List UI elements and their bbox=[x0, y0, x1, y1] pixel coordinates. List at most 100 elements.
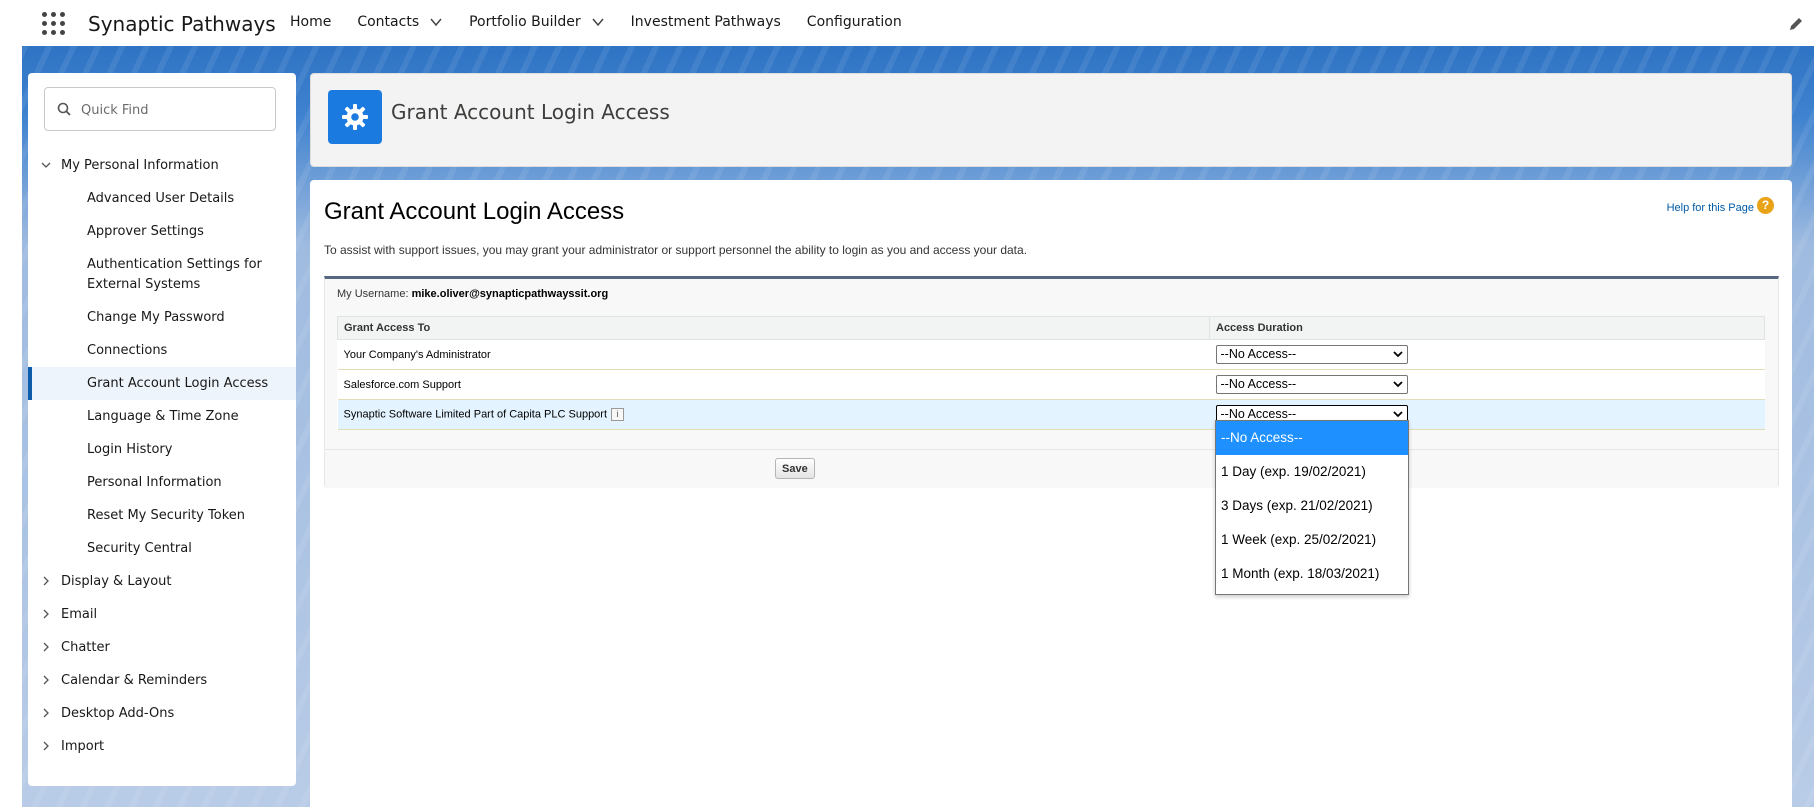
sidebar-item-security-central[interactable]: Security Central bbox=[28, 532, 296, 565]
username-value: mike.oliver@synapticpathwayssit.org bbox=[411, 288, 609, 300]
sidebar-item-label: Language & Time Zone bbox=[87, 409, 239, 424]
grantee-cell: Salesforce.com Support bbox=[337, 369, 1210, 400]
access-duration-select[interactable]: --No Access-- bbox=[1215, 375, 1408, 394]
global-nav: Synaptic Pathways Home Contacts Portfoli… bbox=[0, 0, 1814, 46]
sidebar-item-authentication-settings[interactable]: Authentication Settings for External Sys… bbox=[28, 248, 296, 301]
sidebar-item-language-time-zone[interactable]: Language & Time Zone bbox=[28, 400, 296, 433]
sidebar-item-login-history[interactable]: Login History bbox=[28, 433, 296, 466]
access-duration-dropdown-list: --No Access-- 1 Day (exp. 19/02/2021) 3 … bbox=[1215, 420, 1409, 595]
sidebar-item-reset-security-token[interactable]: Reset My Security Token bbox=[28, 499, 296, 532]
sidebar-item-label: Grant Account Login Access bbox=[87, 376, 269, 391]
tree-group-label: Desktop Add-Ons bbox=[61, 706, 175, 721]
sidebar-item-change-my-password[interactable]: Change My Password bbox=[28, 301, 296, 334]
grant-access-form: My Username: mike.oliver@synapticpathway… bbox=[324, 276, 1779, 488]
quick-find-input[interactable] bbox=[79, 98, 273, 122]
sidebar-item-label: Authentication Settings for External Sys… bbox=[87, 256, 262, 292]
nav-item-label: Contacts bbox=[357, 14, 420, 30]
sidebar-item-label: Personal Information bbox=[87, 475, 222, 490]
chevron-right-icon[interactable] bbox=[40, 740, 52, 752]
sidebar-item-label: Approver Settings bbox=[87, 224, 204, 239]
dropdown-option[interactable]: 1 Week (exp. 25/02/2021) bbox=[1216, 523, 1408, 557]
page-header: Grant Account Login Access bbox=[310, 73, 1792, 167]
tree-group-label: Chatter bbox=[61, 640, 110, 655]
setup-tree: My Personal Information Advanced User De… bbox=[28, 149, 296, 763]
grant-access-table: Grant Access To Access Duration Your Com… bbox=[337, 316, 1765, 430]
tree-group-import[interactable]: Import bbox=[28, 730, 296, 763]
chevron-down-icon[interactable] bbox=[40, 159, 52, 171]
setup-gear-icon bbox=[328, 90, 382, 144]
username-label: My Username: bbox=[337, 288, 409, 300]
table-header-row: Grant Access To Access Duration bbox=[337, 316, 1765, 340]
chevron-down-icon bbox=[1392, 381, 1403, 388]
button-bar: Save bbox=[325, 449, 1778, 488]
main-content: Grant Account Login Access Help for this… bbox=[310, 180, 1792, 811]
grantee-cell: Synaptic Software Limited Part of Capita… bbox=[337, 399, 1210, 430]
quick-find-box bbox=[44, 87, 276, 131]
table-row: Your Company's Administrator --No Access… bbox=[337, 339, 1765, 370]
tree-group-email[interactable]: Email bbox=[28, 598, 296, 631]
bottom-edge bbox=[0, 807, 1814, 811]
column-header: Grant Access To bbox=[337, 316, 1210, 340]
grantee-cell: Your Company's Administrator bbox=[337, 339, 1210, 370]
tree-group-label: My Personal Information bbox=[61, 158, 219, 173]
nav-item-label: Home bbox=[290, 14, 332, 30]
sidebar-item-advanced-user-details[interactable]: Advanced User Details bbox=[28, 182, 296, 215]
search-icon bbox=[57, 102, 71, 116]
select-value: --No Access-- bbox=[1220, 407, 1297, 421]
dropdown-option[interactable]: 1 Month (exp. 18/03/2021) bbox=[1216, 557, 1408, 591]
info-icon[interactable]: i bbox=[611, 408, 625, 421]
sidebar-item-connections[interactable]: Connections bbox=[28, 334, 296, 367]
duration-cell: --No Access-- bbox=[1209, 339, 1765, 370]
app-name: Synaptic Pathways bbox=[88, 12, 276, 36]
sidebar-item-label: Advanced User Details bbox=[87, 191, 235, 206]
table-row: Salesforce.com Support --No Access-- bbox=[337, 369, 1765, 400]
chevron-right-icon[interactable] bbox=[40, 575, 52, 587]
tree-group-display-layout[interactable]: Display & Layout bbox=[28, 565, 296, 598]
chevron-right-icon[interactable] bbox=[40, 641, 52, 653]
sidebar-item-personal-information[interactable]: Personal Information bbox=[28, 466, 296, 499]
sidebar-item-label: Change My Password bbox=[87, 310, 225, 325]
page-title: Grant Account Login Access bbox=[324, 198, 625, 225]
chevron-down-icon[interactable] bbox=[591, 15, 605, 29]
chevron-right-icon[interactable] bbox=[40, 674, 52, 686]
save-button[interactable]: Save bbox=[775, 458, 815, 479]
app-launcher-icon[interactable] bbox=[42, 12, 66, 36]
username-line: My Username: mike.oliver@synapticpathway… bbox=[337, 288, 608, 300]
sidebar-item-label: Login History bbox=[87, 442, 173, 457]
grantee-label: Synaptic Software Limited Part of Capita… bbox=[343, 408, 608, 421]
tree-group-label: Import bbox=[61, 739, 105, 754]
nav-item-investment-pathways[interactable]: Investment Pathways bbox=[631, 14, 781, 30]
select-value: --No Access-- bbox=[1220, 347, 1297, 361]
nav-item-configuration[interactable]: Configuration bbox=[807, 14, 902, 30]
tree-group-label: Email bbox=[61, 607, 98, 622]
tree-group-calendar-reminders[interactable]: Calendar & Reminders bbox=[28, 664, 296, 697]
tree-group-my-personal-information[interactable]: My Personal Information bbox=[28, 149, 296, 182]
chevron-right-icon[interactable] bbox=[40, 707, 52, 719]
nav-item-contacts[interactable]: Contacts bbox=[357, 14, 443, 30]
help-icon[interactable]: ? bbox=[1757, 197, 1774, 214]
dropdown-option[interactable]: 1 Day (exp. 19/02/2021) bbox=[1216, 455, 1408, 489]
sidebar-item-grant-account-login-access[interactable]: Grant Account Login Access bbox=[28, 367, 296, 400]
gear-icon bbox=[342, 104, 368, 130]
sidebar-item-label: Reset My Security Token bbox=[87, 508, 245, 523]
chevron-down-icon[interactable] bbox=[429, 15, 443, 29]
nav-item-home[interactable]: Home bbox=[290, 14, 331, 30]
select-value: --No Access-- bbox=[1220, 377, 1297, 391]
tree-group-chatter[interactable]: Chatter bbox=[28, 631, 296, 664]
tree-group-label: Calendar & Reminders bbox=[61, 673, 208, 688]
nav-item-portfolio-builder[interactable]: Portfolio Builder bbox=[469, 14, 605, 30]
page-description: To assist with support issues, you may g… bbox=[324, 243, 1028, 257]
table-row: Synaptic Software Limited Part of Capita… bbox=[337, 399, 1765, 430]
sidebar-item-approver-settings[interactable]: Approver Settings bbox=[28, 215, 296, 248]
edit-nav-pencil-icon[interactable] bbox=[1788, 16, 1804, 32]
dropdown-option[interactable]: 3 Days (exp. 21/02/2021) bbox=[1216, 489, 1408, 523]
chevron-down-icon bbox=[1392, 411, 1403, 418]
dropdown-option[interactable]: --No Access-- bbox=[1216, 421, 1408, 455]
tree-group-desktop-add-ons[interactable]: Desktop Add-Ons bbox=[28, 697, 296, 730]
page-header-title: Grant Account Login Access bbox=[391, 100, 670, 124]
chevron-right-icon[interactable] bbox=[40, 608, 52, 620]
help-for-this-page-link[interactable]: Help for this Page bbox=[1667, 202, 1754, 214]
access-duration-select[interactable]: --No Access-- bbox=[1215, 345, 1408, 364]
sidebar-item-label: Security Central bbox=[87, 541, 192, 556]
chevron-down-icon bbox=[1392, 351, 1403, 358]
